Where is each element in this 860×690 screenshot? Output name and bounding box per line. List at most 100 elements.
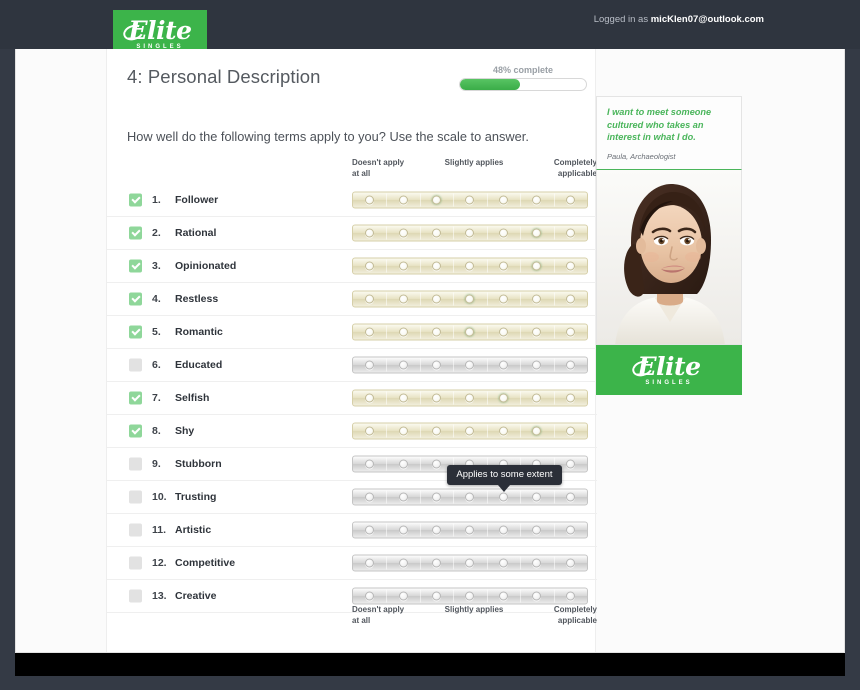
rating-step-5[interactable] bbox=[486, 324, 520, 341]
rating-dot[interactable] bbox=[398, 459, 408, 469]
rating-step-3[interactable] bbox=[419, 588, 453, 605]
rating-step-7[interactable] bbox=[553, 291, 587, 308]
rating-step-1[interactable] bbox=[353, 456, 386, 473]
rating-step-7[interactable] bbox=[553, 555, 587, 572]
sidebar-elite-singles-logo[interactable]: Elite SINGLES bbox=[596, 344, 742, 395]
rating-step-1[interactable] bbox=[353, 423, 386, 440]
rating-step-2[interactable] bbox=[386, 390, 419, 407]
rating-dot[interactable] bbox=[498, 294, 508, 304]
rating-step-4[interactable] bbox=[453, 555, 486, 572]
rating-dot[interactable] bbox=[465, 492, 475, 502]
rating-slider[interactable] bbox=[352, 290, 588, 308]
rating-step-4[interactable] bbox=[453, 291, 486, 308]
rating-step-1[interactable] bbox=[353, 258, 386, 275]
rating-dot[interactable] bbox=[432, 525, 442, 535]
rating-step-7[interactable] bbox=[553, 225, 587, 242]
rating-dot[interactable] bbox=[532, 294, 542, 304]
rating-step-4[interactable] bbox=[453, 324, 486, 341]
rating-dot[interactable] bbox=[465, 360, 475, 370]
rating-dot[interactable] bbox=[432, 360, 442, 370]
rating-step-5[interactable] bbox=[486, 423, 520, 440]
rating-step-5[interactable] bbox=[486, 522, 520, 539]
rating-step-6[interactable] bbox=[520, 192, 553, 209]
rating-dot[interactable] bbox=[365, 558, 375, 568]
rating-step-3[interactable] bbox=[419, 423, 453, 440]
rating-dot[interactable] bbox=[565, 525, 575, 535]
rating-dot[interactable] bbox=[432, 393, 442, 403]
rating-dot[interactable] bbox=[365, 360, 375, 370]
rating-dot[interactable] bbox=[365, 525, 375, 535]
checkbox-checked-icon[interactable] bbox=[129, 292, 142, 306]
rating-dot[interactable] bbox=[565, 294, 575, 304]
rating-step-4[interactable] bbox=[453, 588, 486, 605]
rating-dot[interactable] bbox=[532, 492, 542, 502]
rating-dot[interactable] bbox=[398, 261, 408, 271]
rating-step-1[interactable] bbox=[353, 588, 386, 605]
rating-dot[interactable] bbox=[398, 360, 408, 370]
rating-dot[interactable] bbox=[498, 261, 508, 271]
rating-step-2[interactable] bbox=[386, 324, 419, 341]
account-email[interactable]: micKlen07@outlook.com bbox=[651, 14, 764, 25]
checkbox-checked-icon[interactable] bbox=[129, 391, 142, 405]
checkbox-unchecked-icon[interactable] bbox=[129, 523, 142, 537]
rating-dot[interactable] bbox=[565, 360, 575, 370]
rating-step-3[interactable] bbox=[419, 390, 453, 407]
rating-dot[interactable] bbox=[365, 327, 375, 337]
rating-slider[interactable] bbox=[352, 191, 588, 209]
rating-selected-dot[interactable] bbox=[532, 228, 542, 238]
rating-selected-dot[interactable] bbox=[498, 393, 508, 403]
rating-step-7[interactable] bbox=[553, 390, 587, 407]
rating-dot[interactable] bbox=[565, 195, 575, 205]
rating-step-1[interactable] bbox=[353, 390, 386, 407]
rating-dot[interactable] bbox=[498, 558, 508, 568]
rating-step-6[interactable] bbox=[520, 258, 553, 275]
rating-slider[interactable] bbox=[352, 587, 588, 605]
rating-step-2[interactable] bbox=[386, 192, 419, 209]
rating-step-5[interactable] bbox=[486, 588, 520, 605]
rating-selected-dot[interactable] bbox=[532, 426, 542, 436]
checkbox-unchecked-icon[interactable] bbox=[129, 556, 142, 570]
checkbox-unchecked-icon[interactable] bbox=[129, 457, 142, 471]
rating-dot[interactable] bbox=[432, 459, 442, 469]
rating-dot[interactable] bbox=[398, 228, 408, 238]
rating-dot[interactable] bbox=[432, 591, 442, 601]
rating-step-4[interactable] bbox=[453, 357, 486, 374]
rating-dot[interactable] bbox=[465, 591, 475, 601]
rating-step-5[interactable] bbox=[486, 258, 520, 275]
rating-dot[interactable] bbox=[565, 327, 575, 337]
rating-step-7[interactable] bbox=[553, 423, 587, 440]
rating-dot[interactable] bbox=[398, 492, 408, 502]
rating-step-6[interactable] bbox=[520, 423, 553, 440]
rating-dot[interactable] bbox=[398, 393, 408, 403]
rating-step-1[interactable] bbox=[353, 522, 386, 539]
rating-step-5[interactable] bbox=[486, 555, 520, 572]
rating-step-3[interactable] bbox=[419, 555, 453, 572]
rating-dot[interactable] bbox=[398, 558, 408, 568]
rating-slider[interactable] bbox=[352, 356, 588, 374]
rating-step-3[interactable] bbox=[419, 324, 453, 341]
rating-dot[interactable] bbox=[498, 591, 508, 601]
rating-dot[interactable] bbox=[498, 228, 508, 238]
rating-step-1[interactable] bbox=[353, 357, 386, 374]
rating-slider[interactable] bbox=[352, 389, 588, 407]
rating-selected-dot[interactable] bbox=[465, 327, 475, 337]
rating-step-6[interactable] bbox=[520, 291, 553, 308]
rating-dot[interactable] bbox=[465, 558, 475, 568]
rating-step-2[interactable] bbox=[386, 555, 419, 572]
rating-dot[interactable] bbox=[365, 294, 375, 304]
rating-step-7[interactable] bbox=[553, 258, 587, 275]
rating-step-7[interactable] bbox=[553, 522, 587, 539]
rating-step-4[interactable] bbox=[453, 423, 486, 440]
rating-dot[interactable] bbox=[365, 195, 375, 205]
rating-dot[interactable] bbox=[365, 393, 375, 403]
rating-selected-dot[interactable] bbox=[432, 195, 442, 205]
rating-step-7[interactable] bbox=[553, 192, 587, 209]
rating-dot[interactable] bbox=[498, 195, 508, 205]
rating-dot[interactable] bbox=[365, 426, 375, 436]
rating-step-6[interactable] bbox=[520, 555, 553, 572]
rating-slider[interactable] bbox=[352, 554, 588, 572]
rating-step-2[interactable] bbox=[386, 522, 419, 539]
checkbox-unchecked-icon[interactable] bbox=[129, 490, 142, 504]
rating-step-1[interactable] bbox=[353, 489, 386, 506]
rating-step-6[interactable] bbox=[520, 489, 553, 506]
